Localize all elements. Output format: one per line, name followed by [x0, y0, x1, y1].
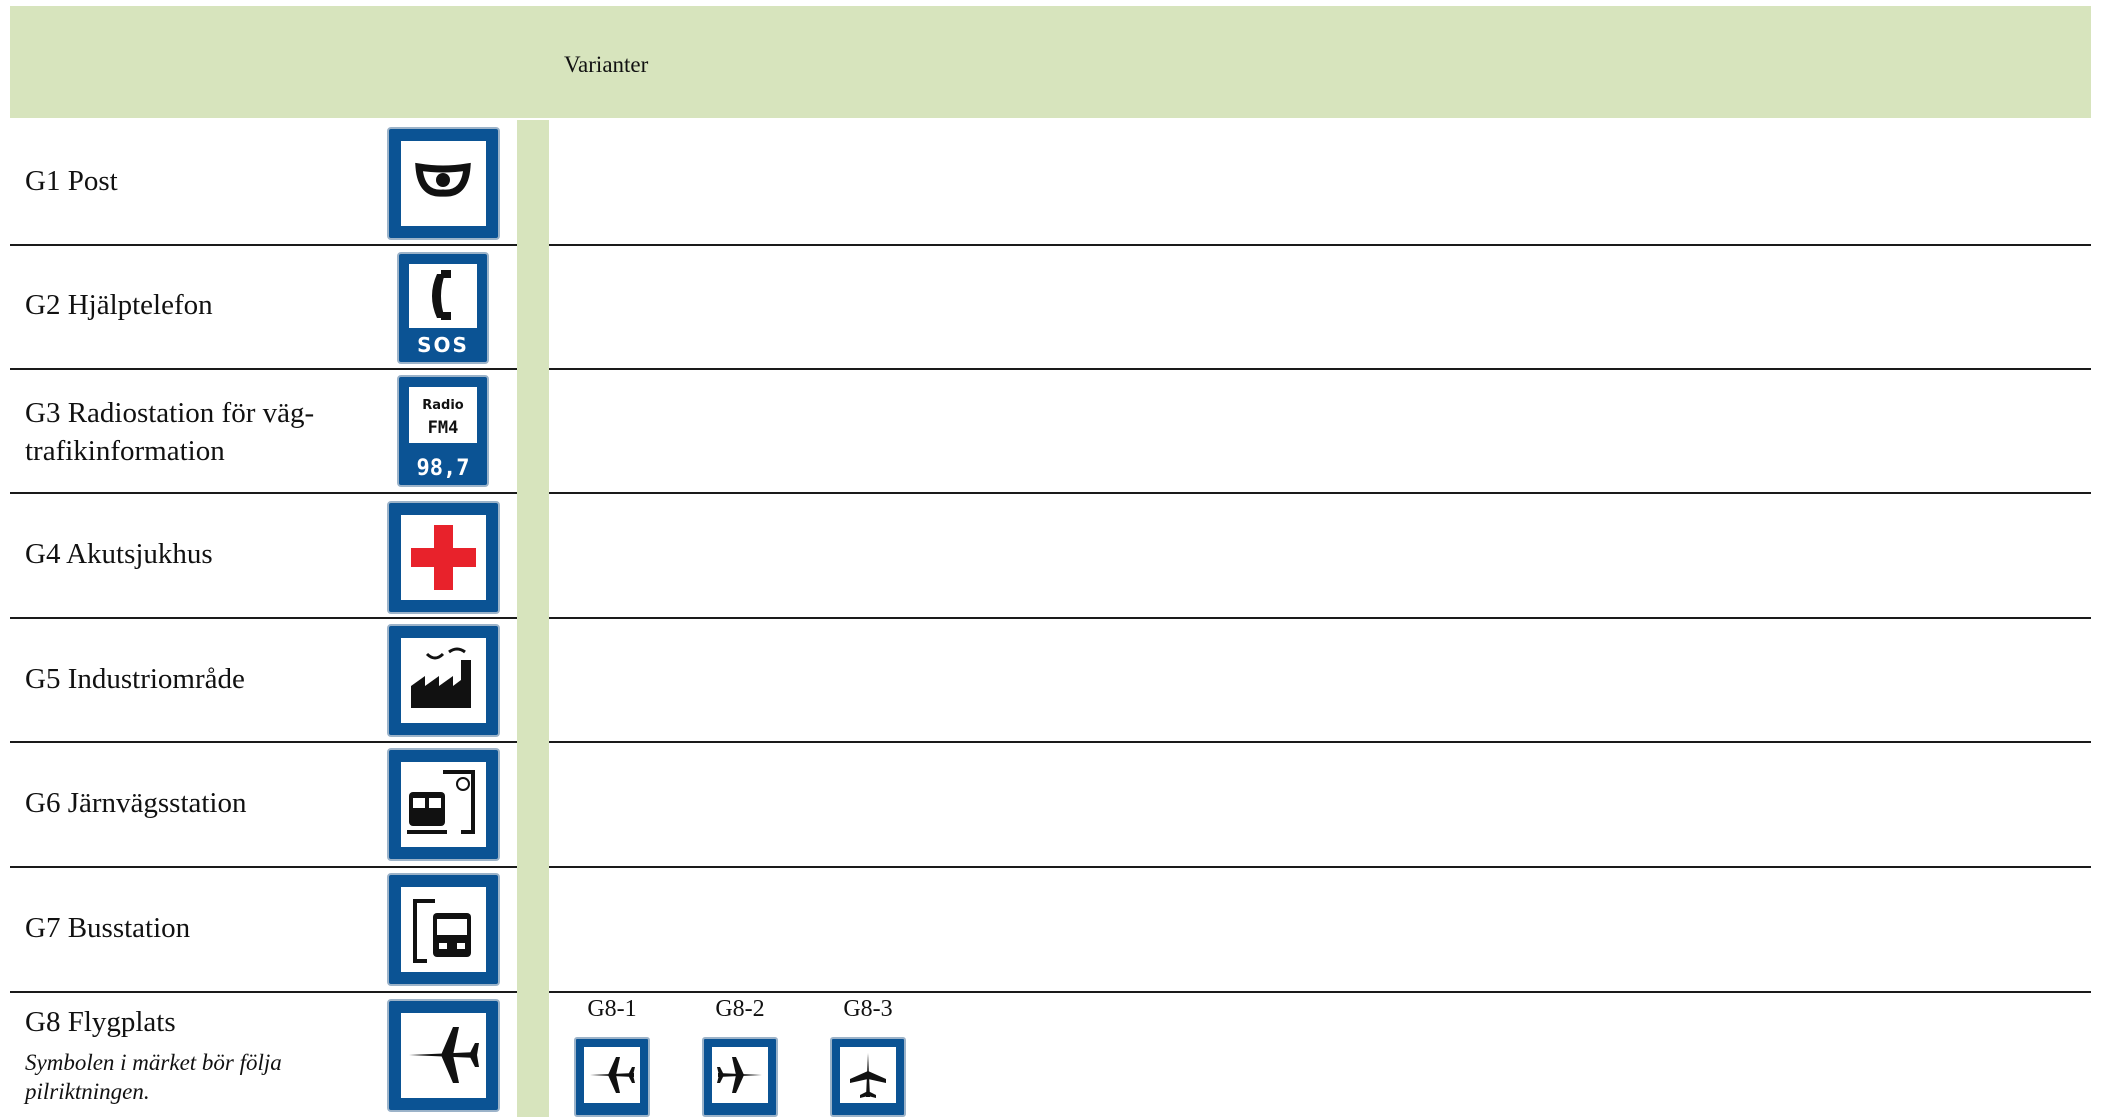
sign-label: G7 Busstation — [25, 912, 191, 944]
sos-phone-icon: SOS — [397, 252, 489, 364]
sign-label: G8 Flygplats — [25, 1006, 176, 1038]
post-horn-icon — [387, 127, 500, 240]
table-row: G4 Akutsjukhus — [0, 494, 2101, 618]
sign-text: SOS — [417, 333, 469, 357]
table-row: G2 Hjälptelefon SOS — [0, 245, 2101, 369]
variant-label: G8-3 — [843, 996, 893, 1022]
table-header: Varianter — [10, 6, 2091, 118]
airplane-right-icon — [702, 1037, 778, 1117]
variant-label: G8-2 — [715, 996, 765, 1022]
bus-station-icon — [387, 873, 500, 986]
sign-label-line-2: trafikinformation — [25, 435, 225, 467]
sign-label: G1 Post — [25, 165, 118, 197]
header-title: Varianter — [564, 52, 649, 77]
sign-text: Radio — [422, 398, 464, 413]
table-row: G5 Industriområde — [0, 619, 2101, 743]
table-row: G7 Busstation — [0, 868, 2101, 992]
sign-label: G2 Hjälptelefon — [25, 289, 213, 321]
airplane-left-icon — [574, 1037, 650, 1117]
airplane-icon — [387, 999, 500, 1112]
sign-text: FM4 — [428, 418, 459, 438]
table-row: G8 Flygplats Symbolen i märket bör följa… — [0, 993, 2101, 1117]
sign-label: G5 Industriområde — [25, 663, 245, 695]
train-station-icon — [387, 748, 500, 861]
sign-note: Symbolen i märket bör följa pilriktninge… — [25, 1050, 282, 1104]
variant-label: G8-1 — [587, 996, 637, 1022]
radio-icon: Radio FM4 98,7 — [397, 375, 489, 487]
factory-icon — [387, 624, 500, 737]
table-row: G6 Järnvägsstation — [0, 743, 2101, 867]
airplane-up-icon — [830, 1037, 906, 1117]
sign-text: 98,7 — [417, 456, 470, 481]
sign-label: G6 Järnvägsstation — [25, 787, 247, 819]
sign-label: G4 Akutsjukhus — [25, 538, 213, 570]
red-cross-icon — [387, 501, 500, 614]
sign-label-line-1: G3 Radiostation för väg- — [25, 397, 315, 429]
table-row: G3 Radiostation för väg- trafikinformati… — [0, 370, 2101, 494]
table-row: G1 Post — [0, 120, 2101, 244]
